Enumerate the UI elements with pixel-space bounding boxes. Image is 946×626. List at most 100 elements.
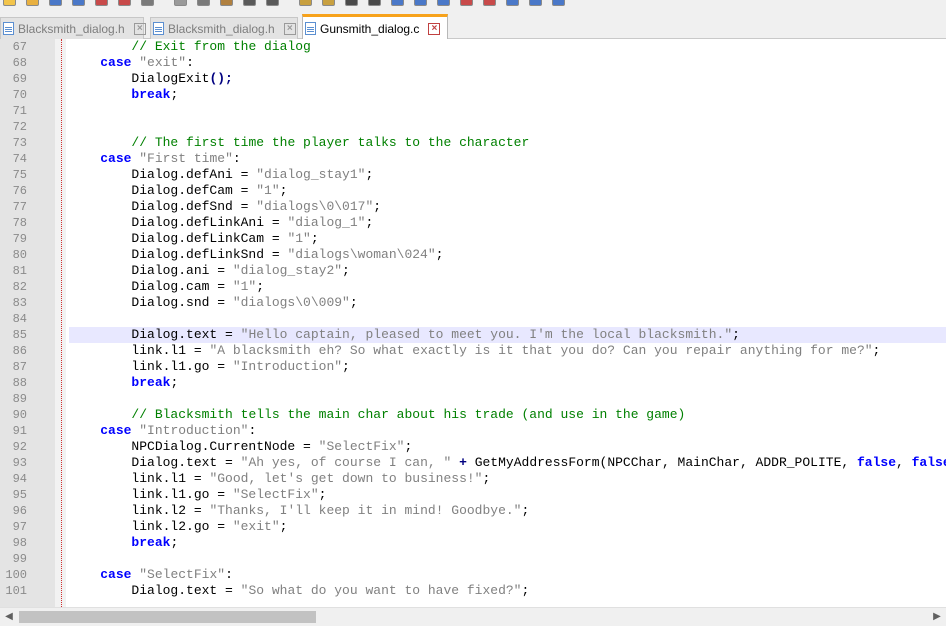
code-line[interactable]: 73 // The first time the player talks to… [0,135,946,151]
code-line[interactable]: 100 case "SelectFix": [0,567,946,583]
code-line[interactable]: 83 Dialog.snd = "dialogs\0\009"; [0,295,946,311]
code-line[interactable]: 68 case "exit": [0,55,946,71]
cut-icon[interactable] [174,0,187,6]
code-line[interactable]: 84 [0,311,946,327]
horizontal-scrollbar[interactable]: ◀ ▶ [0,607,946,626]
new-icon[interactable] [3,0,16,6]
save-all-icon[interactable] [72,0,85,6]
code-token: ; [310,231,319,246]
zoom-out-icon[interactable] [368,0,381,6]
wrap-icon[interactable] [414,0,427,6]
document-icon [305,22,316,35]
code-line[interactable]: 70 break; [0,87,946,103]
code-line[interactable]: 78 Dialog.defLinkAni = "dialog_1"; [0,215,946,231]
keyword-token: case [100,55,132,70]
code-line[interactable]: 86 link.l1 = "A blacksmith eh? So what e… [0,343,946,359]
code-token: ; [732,327,740,342]
undo-icon[interactable] [243,0,256,6]
keyword-token: break [131,375,171,390]
code-text: Dialog.defLinkSnd = "dialogs\woman\024"; [69,247,946,263]
code-text: Dialog.defLinkAni = "dialog_1"; [69,215,946,231]
macro-play-icon[interactable] [506,0,519,6]
run-icon[interactable] [552,0,565,6]
open-icon[interactable] [26,0,39,6]
line-number: 69 [12,72,27,86]
copy-icon[interactable] [197,0,210,6]
save-icon[interactable] [49,0,62,6]
line-number: 82 [12,280,27,294]
code-line[interactable]: 91 case "Introduction": [0,423,946,439]
tab-gunsmith-dialog-c[interactable]: Gunsmith_dialog.c × [302,14,448,40]
code-line[interactable]: 94 link.l1 = "Good, let's get down to bu… [0,471,946,487]
code-line[interactable]: 75 Dialog.defAni = "dialog_stay1"; [0,167,946,183]
code-line[interactable]: 79 Dialog.defLinkCam = "1"; [0,231,946,247]
tab-close-icon[interactable]: × [133,22,146,35]
macro-record-icon[interactable] [483,0,496,6]
string-token: "Thanks, I'll keep it in mind! Goodbye." [209,503,522,518]
code-line[interactable]: 99 [0,551,946,567]
tab-close-icon[interactable]: × [428,22,441,35]
code-editor[interactable]: 67 // Exit from the dialog 68 case "exit"… [0,39,946,607]
line-number: 68 [12,56,27,70]
code-line[interactable]: 96 link.l2 = "Thanks, I'll keep it in mi… [0,503,946,519]
code-line[interactable]: 87 link.l1.go = "Introduction"; [0,359,946,375]
code-line[interactable]: 101 Dialog.text = "So what do you want t… [0,583,946,599]
line-number: 74 [12,152,27,166]
code-line[interactable]: 90 // Blacksmith tells the main char abo… [0,407,946,423]
code-line[interactable]: 72 [0,119,946,135]
operator-token: (); [209,71,233,86]
redo-icon[interactable] [266,0,279,6]
code-token: ; [872,343,881,358]
code-line[interactable]: 77 Dialog.defSnd = "dialogs\0\017"; [0,199,946,215]
code-line[interactable]: 74 case "First time": [0,151,946,167]
tab-blacksmith-dialog-h-1[interactable]: Blacksmith_dialog.h × [0,17,146,39]
code-line[interactable]: 97 link.l2.go = "exit"; [0,519,946,535]
scrollbar-thumb[interactable] [19,611,316,623]
print-icon[interactable] [141,0,154,6]
code-token: ; [482,471,491,486]
code-line[interactable]: 89 [0,391,946,407]
code-line[interactable]: 98 break; [0,535,946,551]
line-number: 75 [12,168,27,182]
bookmark-icon[interactable] [460,0,473,6]
code-line[interactable]: 80 Dialog.defLinkSnd = "dialogs\woman\02… [0,247,946,263]
line-number: 86 [12,344,27,358]
code-line[interactable]: 93 Dialog.text = "Ah yes, of course I ca… [0,455,946,471]
code-token: ; [170,375,179,390]
string-token: "So what do you want to have fixed?" [240,583,522,598]
code-token: Dialog.defSnd = [69,199,257,214]
code-line[interactable]: 81 Dialog.ani = "dialog_stay2"; [0,263,946,279]
close-all-icon[interactable] [118,0,131,6]
close-icon[interactable] [95,0,108,6]
scroll-right-icon[interactable]: ▶ [930,610,944,624]
zoom-in-icon[interactable] [345,0,358,6]
tab-close-icon[interactable]: × [283,22,296,35]
sync-icon[interactable] [391,0,404,6]
tab-blacksmith-dialog-h-2[interactable]: Blacksmith_dialog.h × [150,17,298,39]
line-number: 85 [12,328,27,342]
line-number: 78 [12,216,27,230]
code-line[interactable]: 92 NPCDialog.CurrentNode = "SelectFix"; [0,439,946,455]
tab-label: Blacksmith_dialog.h [168,21,275,36]
paste-icon[interactable] [220,0,233,6]
macro-save-icon[interactable] [529,0,542,6]
replace-icon[interactable] [322,0,335,6]
scroll-left-icon[interactable]: ◀ [2,610,16,624]
indent-icon[interactable] [437,0,450,6]
code-token: link.l1.go = [69,487,233,502]
code-line[interactable]: 67 // Exit from the dialog [0,39,946,55]
code-line[interactable]: 95 link.l1.go = "SelectFix"; [0,487,946,503]
line-number: 87 [12,360,27,374]
code-line[interactable]: 76 Dialog.defCam = "1"; [0,183,946,199]
find-icon[interactable] [299,0,312,6]
string-token: "1" [256,183,280,198]
code-line[interactable]: 71 [0,103,946,119]
code-line[interactable]: 85 Dialog.text = "Hello captain, pleased… [0,327,946,343]
string-token: "exit" [139,55,187,70]
code-line[interactable]: 88 break; [0,375,946,391]
code-line[interactable]: 69 DialogExit(); [0,71,946,87]
code-line[interactable]: 82 Dialog.cam = "1"; [0,279,946,295]
